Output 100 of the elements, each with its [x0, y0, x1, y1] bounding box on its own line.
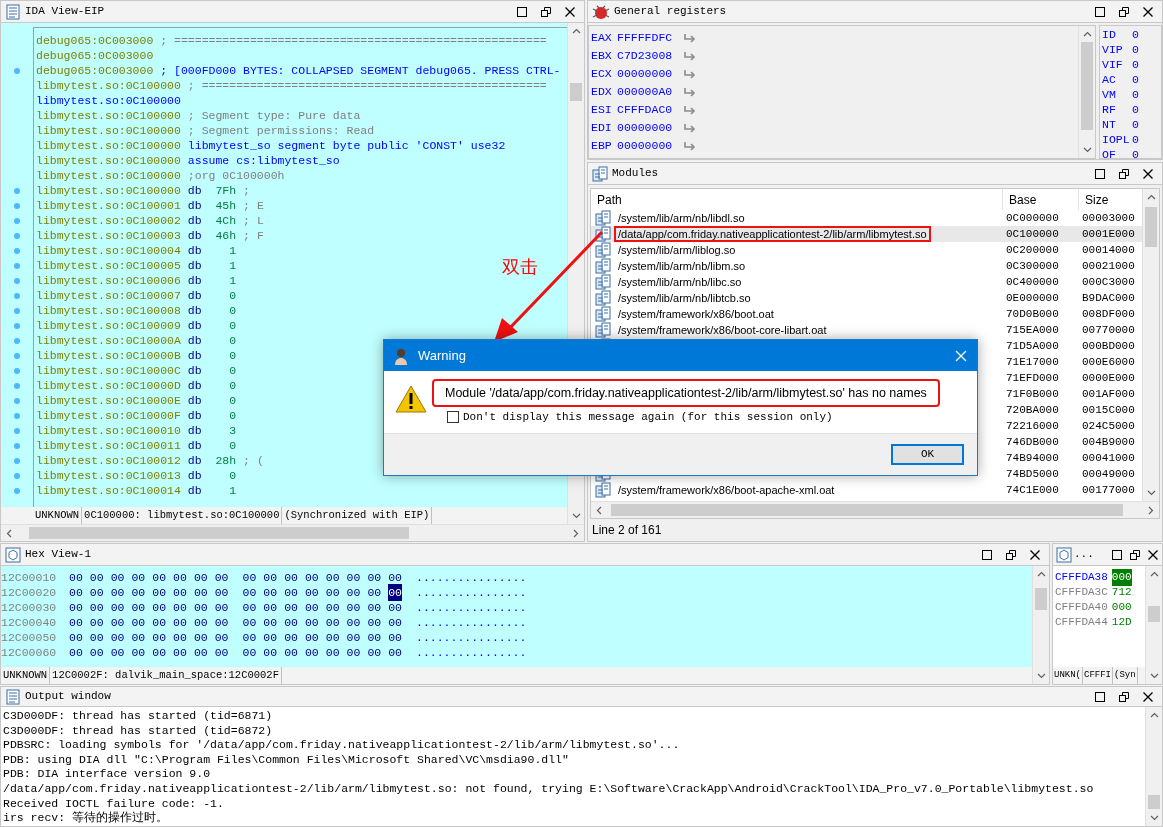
register-value[interactable]: 00000000 — [617, 65, 679, 83]
maximize-icon[interactable] — [1094, 690, 1106, 703]
register-value[interactable]: 00000000 — [617, 137, 679, 155]
vertical-scrollbar[interactable] — [1142, 189, 1159, 501]
restore-icon[interactable] — [1118, 690, 1130, 703]
register-value[interactable]: 00000000 — [617, 119, 679, 137]
restore-icon[interactable] — [1118, 5, 1130, 18]
scrollbar-thumb[interactable] — [29, 527, 409, 539]
module-base: 74C1E000 — [1005, 482, 1060, 498]
scrollbar-thumb[interactable] — [1148, 795, 1160, 809]
module-icon — [595, 226, 611, 242]
register-value[interactable]: FFFFFDFC — [617, 29, 679, 47]
maximize-icon[interactable] — [1094, 5, 1106, 18]
module-icon — [595, 306, 611, 322]
jump-arrow-icon[interactable] — [683, 104, 696, 116]
restore-icon[interactable] — [1005, 548, 1017, 561]
jump-arrow-icon[interactable] — [683, 68, 696, 80]
close-icon[interactable] — [1142, 690, 1154, 703]
flag-name: RF — [1102, 101, 1117, 118]
scrollbar-thumb[interactable] — [570, 83, 582, 101]
warning-icon — [395, 384, 427, 414]
module-base: 720BA000 — [1005, 402, 1060, 418]
module-size: 00049000 — [1081, 466, 1136, 482]
module-row[interactable]: /data/app/com.friday.nativeapplicationtest-2/lib/arm/libmytest.so 0C100000 0001E000 — [591, 226, 1142, 242]
output-line: PDB: DIA interface version 9.0 — [3, 767, 212, 782]
close-icon[interactable] — [1142, 5, 1154, 18]
stack-address[interactable]: CFFFDA40 — [1055, 599, 1108, 616]
checkbox[interactable] — [447, 411, 459, 424]
maximize-icon[interactable] — [516, 5, 528, 18]
register-value[interactable]: CFFFDAC0 — [617, 101, 679, 119]
status-text: (Syn — [1113, 667, 1138, 684]
maximize-icon[interactable] — [1111, 548, 1123, 561]
pane-title: ... — [1074, 547, 1094, 563]
vertical-scrollbar[interactable] — [1078, 26, 1095, 158]
stack-value: 000 — [1111, 600, 1132, 616]
jump-arrow-icon[interactable] — [683, 122, 696, 134]
annotation-label: 双击 — [502, 257, 538, 277]
module-icon — [595, 274, 611, 290]
code-line: libmytest.so:0C100000 ; Segment type: Pure data — [36, 108, 361, 123]
pane-title: Output window — [25, 689, 111, 705]
close-icon[interactable] — [1029, 548, 1041, 561]
ok-button[interactable]: OK — [891, 444, 964, 465]
hex-address: 12C00050 — [1, 629, 58, 646]
jump-arrow-icon[interactable] — [683, 50, 696, 62]
module-base: 71D5A000 — [1005, 338, 1060, 354]
jump-arrow-icon[interactable] — [683, 32, 696, 44]
scrollbar-thumb[interactable] — [1148, 606, 1160, 622]
output-line: PDB: using DIA dll "C:\Program Files\Common Files\Microsoft Shared\VC\msdia90.dll" — [3, 752, 570, 768]
status-text: Line 2 of 161 — [591, 522, 663, 539]
output-line: Received IOCTL failure code: -1. — [3, 796, 225, 811]
stack-value: 712 — [1111, 585, 1132, 601]
code-line: libmytest.so:0C100007 db 0 — [36, 288, 237, 303]
code-line: libmytest.so:0C100010 db 3 — [36, 423, 237, 438]
module-size: 0015C000 — [1081, 402, 1136, 418]
module-size: 004B9000 — [1081, 434, 1136, 450]
checkbox-label[interactable]: Don't display this message again (for this session only) — [463, 409, 833, 426]
register-value[interactable]: 000000A0 — [617, 83, 679, 101]
stack-address[interactable]: CFFFDA3C — [1055, 584, 1108, 601]
scrollbar-thumb[interactable] — [1145, 207, 1157, 247]
module-size: 000BD000 — [1081, 338, 1136, 354]
restore-icon[interactable] — [540, 5, 552, 18]
module-size: 0001E000 — [1081, 226, 1136, 242]
hex-byte[interactable]: 00 — [388, 583, 402, 602]
module-size: 00021000 — [1081, 258, 1136, 274]
status-text: 12C0002F: dalvik_main_space:12C0002F — [50, 667, 282, 684]
module-path: /system/lib/arm/nb/libc.so — [617, 275, 743, 290]
hex-ascii: ................ — [416, 629, 527, 646]
close-icon[interactable] — [1142, 167, 1154, 180]
register-value[interactable]: C7D23008 — [617, 47, 679, 65]
vertical-scrollbar[interactable] — [1032, 566, 1049, 684]
code-line: libmytest.so:0C100006 db 1 — [36, 273, 237, 288]
code-line: libmytest.so:0C100000 assume cs:libmytest_so — [36, 153, 340, 168]
module-base: 71EFD000 — [1005, 370, 1060, 386]
scrollbar-thumb[interactable] — [1035, 588, 1047, 610]
horizontal-scrollbar[interactable] — [591, 501, 1159, 518]
restore-icon[interactable] — [1129, 548, 1141, 561]
close-icon[interactable] — [564, 5, 576, 18]
register-name: EAX — [591, 30, 613, 47]
scrollbar-thumb[interactable] — [1081, 42, 1093, 130]
flag-name: VM — [1102, 86, 1117, 103]
flag-name: VIF — [1102, 56, 1124, 73]
maximize-icon[interactable] — [981, 548, 993, 561]
maximize-icon[interactable] — [1094, 167, 1106, 180]
hex-ascii: ................ — [416, 644, 527, 661]
jump-arrow-icon[interactable] — [683, 86, 696, 98]
horizontal-scrollbar[interactable] — [1, 524, 584, 541]
close-icon[interactable] — [1147, 548, 1159, 561]
jump-arrow-icon[interactable] — [683, 140, 696, 152]
restore-icon[interactable] — [1118, 167, 1130, 180]
module-icon — [595, 290, 611, 306]
stack-address[interactable]: CFFFDA38 — [1055, 569, 1108, 586]
stack-address[interactable]: CFFFDA44 — [1055, 614, 1108, 631]
flag-name: AC — [1102, 71, 1117, 88]
module-base: 0C400000 — [1005, 274, 1060, 290]
vertical-scrollbar[interactable] — [1145, 707, 1162, 826]
code-line: debug065:0C003000 ; ====================================================== — [36, 33, 547, 48]
vertical-scrollbar[interactable] — [1145, 566, 1162, 684]
scrollbar-thumb[interactable] — [611, 504, 1123, 516]
module-base: 74BD5000 — [1005, 466, 1060, 482]
hex-ascii: ................ — [416, 599, 527, 616]
